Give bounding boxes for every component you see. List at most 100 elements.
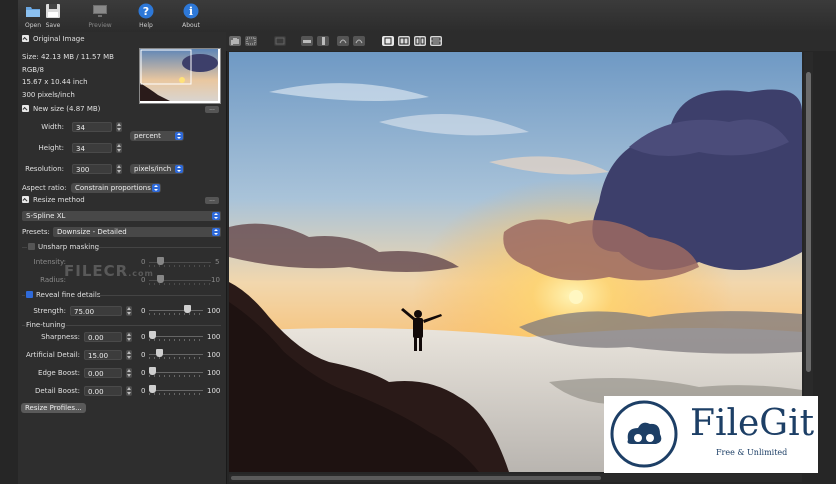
radius-slider[interactable] — [149, 275, 211, 285]
slider-knob[interactable] — [184, 305, 192, 313]
resolution-unit-select[interactable]: pixels/inch — [130, 164, 184, 174]
finetune-slider[interactable] — [149, 385, 203, 395]
original-image-header[interactable]: Original Image — [22, 35, 85, 43]
resize-profiles-button[interactable]: Resize Profiles... — [21, 403, 86, 413]
filecr-watermark: FILECR.com — [64, 262, 154, 280]
checkbox-unchecked-icon[interactable] — [28, 243, 35, 250]
undo-button[interactable] — [337, 36, 349, 46]
original-mode-text: RGB/8 — [22, 66, 44, 74]
aspect-ratio-select[interactable]: Constrain proportions — [71, 183, 161, 193]
undo-icon — [339, 39, 347, 44]
slider-knob[interactable] — [157, 257, 164, 265]
view-toolbar — [226, 32, 836, 51]
zoom-fit-button[interactable] — [274, 36, 286, 46]
stacked-view-icon — [431, 37, 441, 45]
height-label: Height: — [38, 144, 65, 152]
resize-method-header[interactable]: Resize method — [22, 196, 85, 204]
about-button[interactable]: i About — [176, 2, 206, 29]
flip-button[interactable] — [317, 36, 329, 46]
width-stepper[interactable] — [116, 122, 122, 132]
redo-button[interactable] — [353, 36, 365, 46]
aspect-ratio-value: Constrain proportions — [75, 184, 151, 192]
method-value: S-Spline XL — [26, 212, 66, 220]
split-view-button[interactable] — [398, 36, 410, 46]
finetune-label: Sharpness: — [41, 333, 80, 341]
finetune-label: Artificial Detail: — [26, 351, 80, 359]
single-view-icon — [384, 37, 392, 45]
finetune-stepper[interactable] — [126, 368, 132, 378]
slider-knob[interactable] — [156, 349, 164, 357]
strength-field[interactable]: 75.00 — [70, 306, 122, 316]
slider-knob[interactable] — [149, 331, 156, 339]
method-select[interactable]: S-Spline XL — [22, 211, 221, 221]
size-unit-select[interactable]: percent — [130, 131, 184, 141]
new-size-header[interactable]: New size (4.87 MB) — [22, 105, 100, 113]
finetune-field[interactable]: 0.00 — [84, 368, 122, 378]
finetune-min: 0 — [141, 369, 146, 377]
resolution-stepper[interactable] — [116, 164, 122, 174]
width-field[interactable]: 34 — [72, 122, 112, 132]
single-view-button[interactable] — [382, 36, 394, 46]
finetune-field[interactable]: 15.00 — [84, 350, 122, 360]
chevron-updown-icon — [212, 228, 220, 236]
flip-icon — [322, 37, 325, 45]
strength-min: 0 — [141, 307, 146, 315]
finetune-field[interactable]: 0.00 — [84, 332, 122, 342]
preview-label: Preview — [88, 22, 112, 29]
rotate-button[interactable] — [301, 36, 313, 46]
filecr-text: FILECR — [64, 262, 129, 280]
intensity-slider[interactable] — [149, 257, 211, 267]
resize-method-options-button[interactable]: ... — [205, 197, 219, 204]
strength-slider[interactable] — [149, 305, 203, 315]
finetune-stepper[interactable] — [126, 350, 132, 360]
aspect-ratio-label: Aspect ratio: — [22, 184, 67, 192]
reveal-fine-details-label: Reveal fine details — [36, 291, 101, 299]
checkbox-checked-icon[interactable] — [26, 291, 33, 298]
height-field[interactable]: 34 — [72, 143, 112, 153]
height-stepper[interactable] — [116, 143, 122, 153]
help-button[interactable]: ? Help — [131, 2, 161, 29]
new-size-options-button[interactable]: ... — [205, 106, 219, 113]
filecr-domain: .com — [128, 269, 154, 278]
strength-max: 100 — [207, 307, 221, 315]
strength-stepper[interactable] — [126, 306, 132, 316]
crop-tool-button[interactable] — [245, 36, 257, 46]
original-resolution-text: 300 pixels/inch — [22, 91, 75, 99]
collapse-icon[interactable] — [22, 35, 29, 42]
finetune-field[interactable]: 0.00 — [84, 386, 122, 396]
horizontal-scrollbar[interactable] — [229, 474, 802, 482]
navigator-thumbnail[interactable] — [139, 48, 221, 104]
vertical-scroll-thumb[interactable] — [806, 72, 811, 372]
width-label: Width: — [41, 123, 64, 131]
finetune-stepper[interactable] — [126, 386, 132, 396]
finetune-slider[interactable] — [149, 367, 203, 377]
unsharp-masking-checkbox[interactable]: Unsharp masking — [28, 243, 99, 251]
finetune-slider[interactable] — [149, 349, 203, 359]
finetune-slider[interactable] — [149, 331, 203, 341]
svg-text:?: ? — [143, 5, 149, 18]
side-by-side-button[interactable] — [414, 36, 426, 46]
slider-knob[interactable] — [149, 385, 156, 393]
chevron-updown-icon — [212, 212, 220, 220]
slider-knob[interactable] — [149, 367, 156, 375]
collapse-icon[interactable] — [22, 105, 29, 112]
save-button[interactable]: Save — [38, 2, 68, 29]
slider-knob[interactable] — [157, 275, 164, 283]
hand-tool-button[interactable] — [229, 36, 241, 46]
preview-button[interactable]: Preview — [85, 2, 115, 29]
filegit-wordmark: FileGit — [690, 403, 815, 444]
presets-select[interactable]: Downsize - Detailed — [53, 227, 221, 237]
finetune-min: 0 — [141, 351, 146, 359]
finetune-stepper[interactable] — [126, 332, 132, 342]
side-by-side-icon — [415, 37, 425, 45]
filegit-logo: FileGit Free & Unlimited — [604, 396, 818, 473]
finetune-max: 100 — [207, 333, 221, 341]
stacked-view-button[interactable] — [430, 36, 442, 46]
filegit-tagline: Free & Unlimited — [716, 448, 788, 457]
reveal-fine-details-checkbox[interactable]: Reveal fine details — [26, 291, 100, 299]
collapse-icon[interactable] — [22, 196, 29, 203]
resolution-field[interactable]: 300 — [72, 164, 112, 174]
svg-text:i: i — [189, 5, 193, 18]
horizontal-scroll-thumb[interactable] — [231, 476, 601, 480]
floppy-disk-icon — [46, 4, 60, 18]
